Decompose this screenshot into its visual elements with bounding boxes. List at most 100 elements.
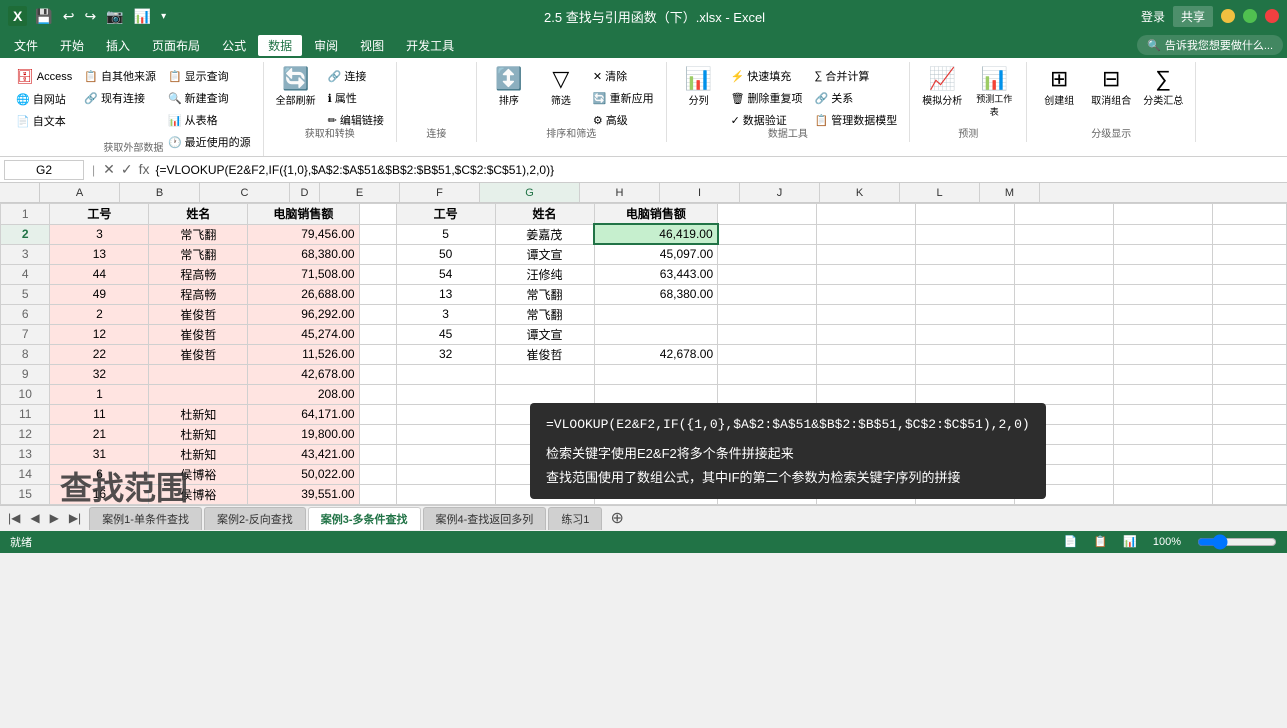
forecast-sheet-button[interactable]: 📊 预测工作表 bbox=[970, 66, 1018, 120]
cell-d3[interactable] bbox=[359, 244, 396, 264]
relationship-button[interactable]: 🔗 关系 bbox=[811, 88, 902, 108]
col-header-b[interactable]: B bbox=[120, 183, 200, 203]
sheet-tab-1[interactable]: 案例1-单条件查找 bbox=[89, 507, 202, 530]
menu-file[interactable]: 文件 bbox=[4, 35, 48, 56]
cell-m1[interactable] bbox=[1212, 204, 1286, 225]
cell-e2[interactable]: 5 bbox=[396, 224, 495, 244]
cell-c6[interactable]: 96,292.00 bbox=[248, 304, 359, 324]
cell-i3[interactable] bbox=[817, 244, 916, 264]
cell-e8[interactable]: 32 bbox=[396, 344, 495, 364]
cell-h2[interactable] bbox=[718, 224, 817, 244]
connection-button[interactable]: 🔗 连接 bbox=[324, 66, 388, 86]
cell-h5[interactable] bbox=[718, 284, 817, 304]
cell-c15[interactable]: 39,551.00 bbox=[248, 484, 359, 504]
cell-m11[interactable] bbox=[1212, 404, 1286, 424]
col-header-e[interactable]: E bbox=[320, 183, 400, 203]
new-query-button[interactable]: 🔍 新建查询 bbox=[164, 88, 255, 108]
cell-c1[interactable]: 电脑销售额 bbox=[248, 204, 359, 225]
cell-l11[interactable] bbox=[1113, 404, 1212, 424]
add-sheet-button[interactable]: ⊕ bbox=[604, 506, 629, 530]
cell-d1[interactable] bbox=[359, 204, 396, 225]
cell-g8[interactable]: 42,678.00 bbox=[594, 344, 718, 364]
cell-j7[interactable] bbox=[916, 324, 1015, 344]
cell-m8[interactable] bbox=[1212, 344, 1286, 364]
col-header-m[interactable]: M bbox=[980, 183, 1040, 203]
cell-i1[interactable] bbox=[817, 204, 916, 225]
maximize-button[interactable]: □ bbox=[1243, 9, 1257, 23]
cell-l3[interactable] bbox=[1113, 244, 1212, 264]
sheet-tab-3[interactable]: 案例3-多条件查找 bbox=[308, 507, 421, 530]
cell-f5[interactable]: 常飞翻 bbox=[495, 284, 594, 304]
tab-first-button[interactable]: |◀ bbox=[4, 509, 24, 527]
cell-m12[interactable] bbox=[1212, 424, 1286, 444]
cell-b9[interactable] bbox=[149, 364, 248, 384]
cell-l15[interactable] bbox=[1113, 484, 1212, 504]
cell-d15[interactable] bbox=[359, 484, 396, 504]
cell-e14[interactable] bbox=[396, 464, 495, 484]
cell-j5[interactable] bbox=[916, 284, 1015, 304]
cell-l12[interactable] bbox=[1113, 424, 1212, 444]
cell-a9[interactable]: 32 bbox=[50, 364, 149, 384]
cell-c8[interactable]: 11,526.00 bbox=[248, 344, 359, 364]
cell-c3[interactable]: 68,380.00 bbox=[248, 244, 359, 264]
cell-l4[interactable] bbox=[1113, 264, 1212, 284]
remove-dup-button[interactable]: 🗑 删除重复项 bbox=[727, 88, 807, 108]
cell-a8[interactable]: 22 bbox=[50, 344, 149, 364]
cell-k1[interactable] bbox=[1014, 204, 1113, 225]
menu-review[interactable]: 审阅 bbox=[304, 35, 348, 56]
cell-b11[interactable]: 杜新知 bbox=[149, 404, 248, 424]
cell-f7[interactable]: 谭文宣 bbox=[495, 324, 594, 344]
cell-d10[interactable] bbox=[359, 384, 396, 404]
menu-insert[interactable]: 插入 bbox=[96, 35, 140, 56]
cell-l13[interactable] bbox=[1113, 444, 1212, 464]
cell-j2[interactable] bbox=[916, 224, 1015, 244]
cell-d4[interactable] bbox=[359, 264, 396, 284]
col-header-c[interactable]: C bbox=[200, 183, 290, 203]
menu-home[interactable]: 开始 bbox=[50, 35, 94, 56]
cell-e13[interactable] bbox=[396, 444, 495, 464]
cell-b6[interactable]: 崔俊哲 bbox=[149, 304, 248, 324]
quick-fill-button[interactable]: ⚡ 快速填充 bbox=[727, 66, 807, 86]
cell-h6[interactable] bbox=[718, 304, 817, 324]
cell-g6[interactable] bbox=[594, 304, 718, 324]
properties-button[interactable]: ℹ 属性 bbox=[324, 88, 388, 108]
reapply-button[interactable]: 🔄 重新应用 bbox=[589, 88, 658, 108]
cell-e12[interactable] bbox=[396, 424, 495, 444]
cell-a10[interactable]: 1 bbox=[50, 384, 149, 404]
tab-next-button[interactable]: ▶ bbox=[46, 509, 63, 527]
cell-d13[interactable] bbox=[359, 444, 396, 464]
cell-a4[interactable]: 44 bbox=[50, 264, 149, 284]
zoom-slider[interactable] bbox=[1197, 534, 1277, 550]
cell-i2[interactable] bbox=[817, 224, 916, 244]
insert-function-icon[interactable]: fx bbox=[139, 161, 150, 178]
cell-f3[interactable]: 谭文宣 bbox=[495, 244, 594, 264]
cell-a6[interactable]: 2 bbox=[50, 304, 149, 324]
col-header-j[interactable]: J bbox=[740, 183, 820, 203]
cell-i9[interactable] bbox=[817, 364, 916, 384]
cell-f2[interactable]: 姜嘉茂 bbox=[495, 224, 594, 244]
sheet-tab-2[interactable]: 案例2-反向查找 bbox=[204, 507, 306, 530]
col-header-h[interactable]: H bbox=[580, 183, 660, 203]
cell-g2[interactable]: 46,419.00 bbox=[594, 224, 718, 244]
cell-d7[interactable] bbox=[359, 324, 396, 344]
tab-prev-button[interactable]: ◀ bbox=[26, 509, 43, 527]
cell-g5[interactable]: 68,380.00 bbox=[594, 284, 718, 304]
cell-h1[interactable] bbox=[718, 204, 817, 225]
existing-connection-button[interactable]: 🔗 现有连接 bbox=[80, 88, 160, 108]
cell-a1[interactable]: 工号 bbox=[50, 204, 149, 225]
share-button[interactable]: 共享 bbox=[1173, 6, 1213, 27]
cell-d5[interactable] bbox=[359, 284, 396, 304]
cell-h7[interactable] bbox=[718, 324, 817, 344]
cell-a7[interactable]: 12 bbox=[50, 324, 149, 344]
refresh-all-button[interactable]: 🔄 全部刷新 bbox=[272, 66, 320, 109]
cell-j1[interactable] bbox=[916, 204, 1015, 225]
cell-l2[interactable] bbox=[1113, 224, 1212, 244]
cell-e11[interactable] bbox=[396, 404, 495, 424]
cell-reference[interactable] bbox=[4, 160, 84, 180]
dropdown-icon[interactable]: ▾ bbox=[159, 9, 168, 24]
cell-c9[interactable]: 42,678.00 bbox=[248, 364, 359, 384]
cell-b3[interactable]: 常飞翻 bbox=[149, 244, 248, 264]
cell-e10[interactable] bbox=[396, 384, 495, 404]
cell-b5[interactable]: 程高畅 bbox=[149, 284, 248, 304]
cell-b7[interactable]: 崔俊哲 bbox=[149, 324, 248, 344]
